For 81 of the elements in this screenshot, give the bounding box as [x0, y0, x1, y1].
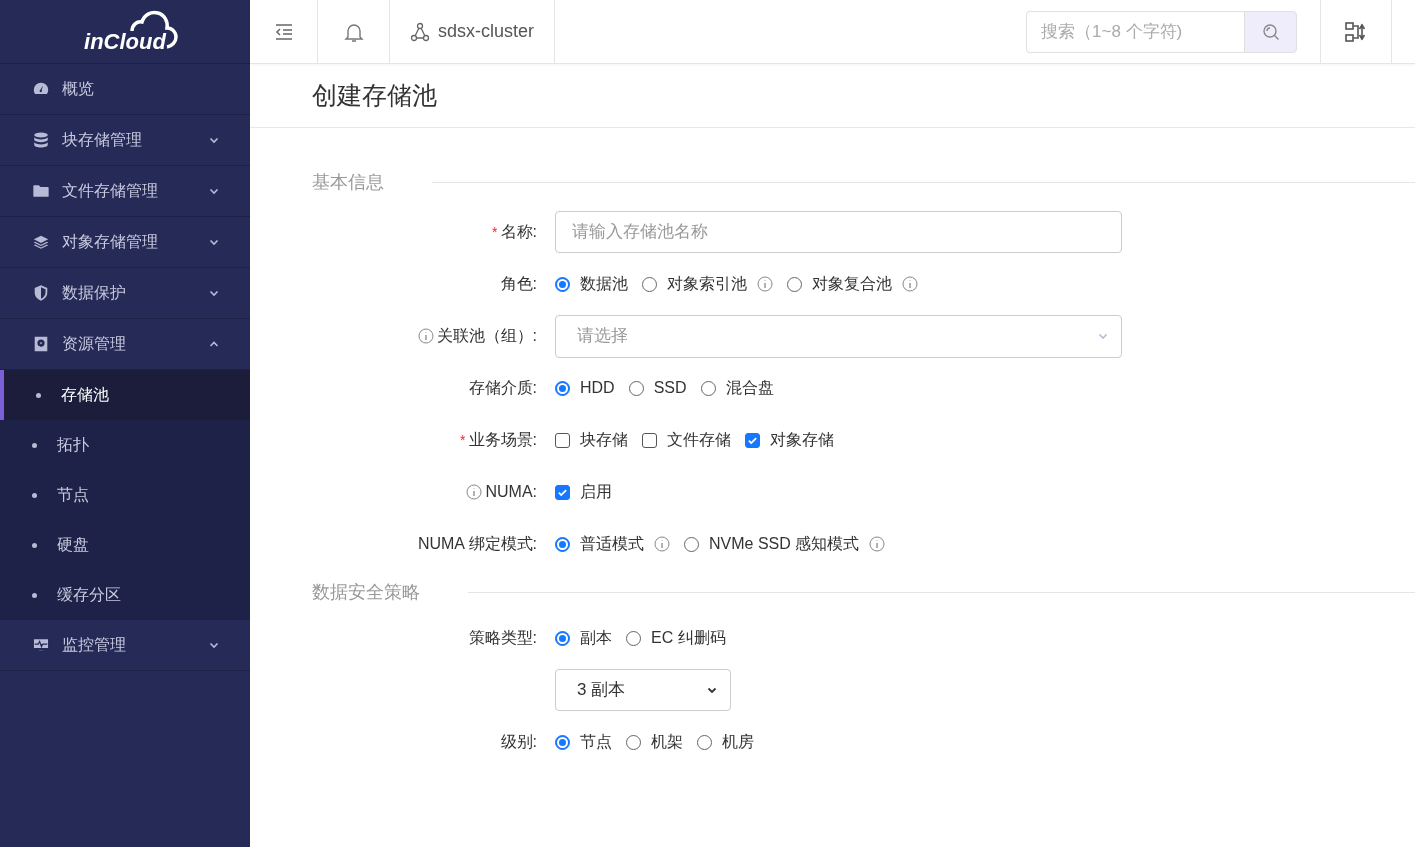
layers-icon [32, 233, 50, 251]
radio-button[interactable] [626, 734, 641, 750]
info-icon[interactable] [417, 328, 434, 344]
radio-label: HDD [580, 378, 615, 398]
field-label: 关联池（组）: [436, 326, 537, 346]
radio-button[interactable] [697, 734, 712, 750]
radio-button[interactable] [628, 380, 644, 396]
radio-label: 混合盘 [725, 378, 774, 398]
layout-switch-button[interactable] [1320, 0, 1392, 63]
name-input-field[interactable]: 请输入存储池名称 [555, 211, 1122, 253]
checkbox-label: 块存储 [580, 430, 628, 450]
sidebar-subitem[interactable]: 硬盘 [0, 520, 250, 570]
search-field[interactable]: 搜索（1~8 个字符) [1026, 10, 1244, 53]
shield-icon [32, 284, 50, 302]
network-nodes-icon [410, 21, 430, 42]
radio-label: 机房 [722, 732, 754, 752]
checkbox-label: 启用 [580, 482, 612, 502]
checkbox[interactable] [745, 432, 760, 448]
radio-button[interactable] [555, 536, 570, 552]
radio-button[interactable] [555, 380, 570, 396]
checkbox[interactable] [555, 484, 570, 500]
radio-label: 节点 [580, 732, 612, 752]
radio-label: NVMe SSD 感知模式 [709, 534, 860, 554]
info-icon[interactable] [466, 484, 483, 500]
sidebar-item[interactable]: 数据保护 [0, 268, 250, 319]
sidebar-item[interactable]: 文件存储管理 [0, 166, 250, 217]
sidebar-subitem[interactable]: 存储池 [0, 370, 250, 420]
info-icon[interactable] [757, 276, 773, 292]
cluster-button[interactable]: sdsx-cluster [390, 0, 556, 63]
logo-text: inCloud [84, 30, 166, 53]
required-asterisk: * [460, 430, 466, 450]
checkbox-label: 对象存储 [770, 430, 834, 450]
search-button[interactable] [1244, 10, 1297, 53]
radio-label: 普适模式 [580, 534, 644, 554]
radio-label: 机架 [651, 732, 683, 752]
field-label: 业务场景: [468, 430, 537, 450]
radio-label: EC 纠删码 [651, 628, 726, 648]
section-title: 数据安全策略 [312, 580, 420, 604]
sidebar-item[interactable]: 对象存储管理 [0, 217, 250, 268]
search-icon [1261, 22, 1280, 41]
radio-button[interactable] [626, 630, 641, 646]
radio-label: SSD [653, 378, 687, 398]
dropdown-field[interactable]: 3 副本 [555, 669, 731, 711]
info-icon[interactable] [902, 276, 918, 292]
field-label: NUMA 绑定模式: [417, 534, 537, 554]
radio-button[interactable] [787, 276, 802, 292]
checkbox[interactable] [642, 432, 657, 448]
hard-drive-icon [32, 335, 50, 353]
section-title: 基本信息 [312, 170, 384, 194]
radio-label: 对象复合池 [812, 274, 892, 294]
field-label: 存储介质: [468, 378, 537, 398]
sidebar-subitem[interactable]: 缓存分区 [0, 570, 250, 620]
radio-label: 数据池 [580, 274, 628, 294]
field-label: 级别: [500, 732, 537, 752]
field-label: 名称: [500, 222, 537, 242]
radio-label: 副本 [580, 628, 612, 648]
radio-button[interactable] [555, 630, 570, 646]
radio-button[interactable] [555, 734, 570, 750]
field-label: 角色: [500, 274, 537, 294]
field-label: 策略类型: [468, 628, 537, 648]
layout-switch-icon [1344, 20, 1368, 43]
radio-label: 对象索引池 [667, 274, 747, 294]
required-asterisk: * [492, 222, 498, 242]
radio-button[interactable] [642, 276, 657, 292]
database-icon [32, 131, 50, 149]
sidebar-item[interactable]: 监控管理 [0, 620, 250, 671]
radio-button[interactable] [700, 380, 716, 396]
sidebar-item[interactable]: 概览 [0, 64, 250, 115]
sidebar-subitem[interactable]: 节点 [0, 470, 250, 520]
folder-icon [32, 182, 50, 200]
radio-button[interactable] [684, 536, 699, 552]
radio-button[interactable] [555, 276, 570, 292]
checkbox-label: 文件存储 [667, 430, 731, 450]
sidebar-subitem[interactable]: 拓扑 [0, 420, 250, 470]
sidebar-item[interactable]: 块存储管理 [0, 115, 250, 166]
info-icon[interactable] [654, 536, 670, 552]
monitor-icon [32, 636, 50, 654]
info-icon[interactable] [869, 536, 886, 552]
field-label: NUMA: [485, 482, 537, 502]
page-title: 创建存储池 [312, 79, 437, 111]
checkbox[interactable] [555, 432, 570, 448]
